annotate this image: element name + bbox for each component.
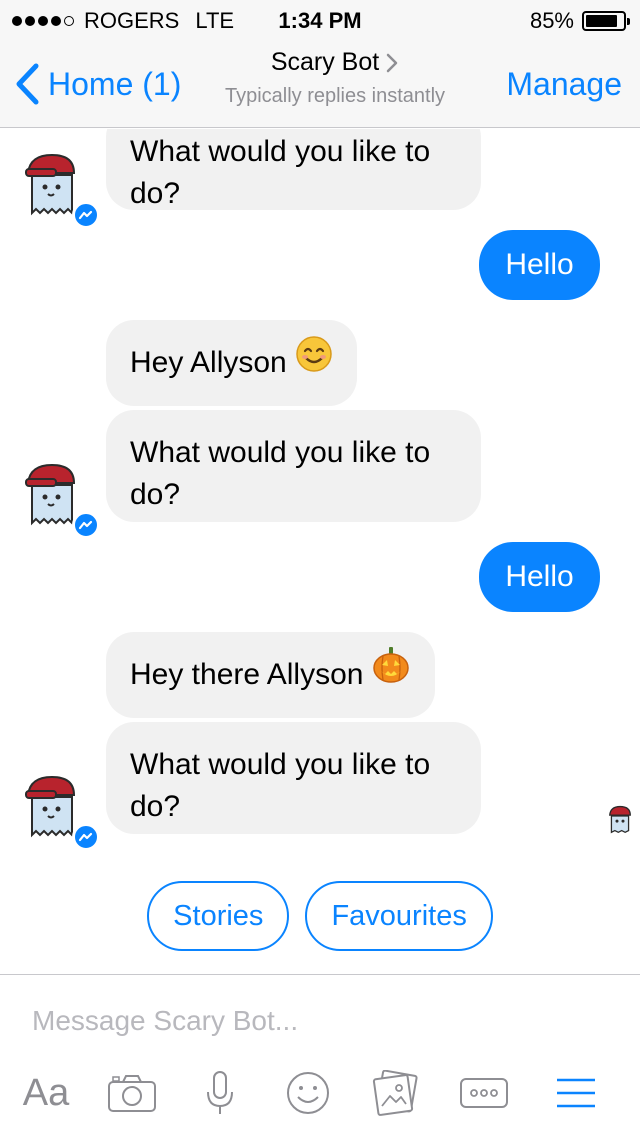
bot-message[interactable]: Hey there Allyson xyxy=(106,632,436,719)
message-text: What would you like to do? xyxy=(130,135,431,210)
battery-icon xyxy=(582,11,630,31)
chevron-right-icon xyxy=(386,53,398,72)
smiling-face-icon xyxy=(295,321,333,407)
gallery-icon[interactable] xyxy=(368,1065,424,1121)
reply-time-subtitle: Typically replies instantly xyxy=(224,85,446,107)
read-receipt-avatar xyxy=(607,804,633,834)
quick-reply-favourites[interactable]: Favourites xyxy=(305,881,493,951)
user-message[interactable]: Hello xyxy=(479,230,600,300)
messenger-badge-icon xyxy=(72,511,100,539)
message-text: Hello xyxy=(505,560,574,593)
bot-message[interactable]: What would you like to do? xyxy=(106,722,481,834)
message-text: What would you like to do? xyxy=(130,436,431,511)
status-right: 85% xyxy=(529,8,630,34)
navigation-bar: Home (1) Scary Bot Typically replies ins… xyxy=(0,40,640,128)
message-list[interactable]: What would you like to do? Hello Hey All… xyxy=(0,129,640,974)
page-title: Scary Bot xyxy=(270,48,380,76)
quick-reply-stories[interactable]: Stories xyxy=(147,881,290,951)
jack-o-lantern-icon xyxy=(371,633,411,719)
menu-icon[interactable] xyxy=(548,1065,604,1121)
chevron-left-icon xyxy=(16,63,39,105)
status-bar: ROGERS LTE 1:34 PM 85% xyxy=(0,0,640,40)
manage-button[interactable]: Manage xyxy=(506,66,622,103)
message-text: Hey Allyson xyxy=(130,346,287,379)
text-format-icon[interactable]: Aa xyxy=(18,1065,74,1121)
bot-message[interactable]: What would you like to do? xyxy=(106,129,481,210)
more-icon[interactable] xyxy=(456,1065,512,1121)
message-text: What would you like to do? xyxy=(130,748,431,823)
battery-percent: 85% xyxy=(529,8,574,33)
emoji-icon[interactable] xyxy=(280,1065,336,1121)
message-input[interactable] xyxy=(32,1005,592,1037)
message-text: Hey there Allyson xyxy=(130,658,364,691)
bot-avatar[interactable] xyxy=(22,457,100,539)
composer: Aa xyxy=(0,974,640,1136)
camera-icon[interactable] xyxy=(104,1065,160,1121)
bot-avatar[interactable] xyxy=(22,147,100,229)
ghost-avatar-icon xyxy=(25,153,76,216)
ghost-avatar-icon xyxy=(609,805,631,834)
message-text: Hello xyxy=(505,248,574,281)
bot-message[interactable]: Hey Allyson xyxy=(106,320,357,406)
ghost-avatar-icon xyxy=(25,775,76,838)
messenger-badge-icon xyxy=(72,823,100,851)
quick-replies: Stories Favourites xyxy=(0,881,640,951)
microphone-icon[interactable] xyxy=(192,1065,248,1121)
text-format-label: Aa xyxy=(22,1071,70,1114)
ghost-avatar-icon xyxy=(25,463,76,526)
back-button[interactable]: Home (1) xyxy=(14,62,181,106)
back-label: Home (1) xyxy=(48,65,182,102)
bot-avatar[interactable] xyxy=(22,769,100,851)
user-message[interactable]: Hello xyxy=(479,542,600,612)
composer-toolbar: Aa xyxy=(0,1065,640,1121)
conversation-title[interactable]: Scary Bot Typically replies instantly xyxy=(190,48,480,108)
messenger-badge-icon xyxy=(72,201,100,229)
bot-message[interactable]: What would you like to do? xyxy=(106,410,481,522)
